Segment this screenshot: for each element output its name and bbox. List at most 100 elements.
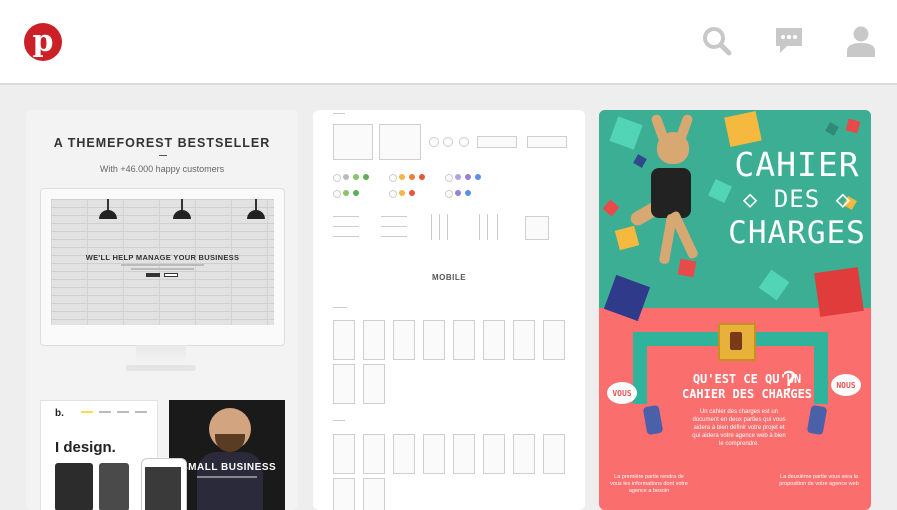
wireframe-phone [393, 434, 415, 474]
thumb-text-line [197, 476, 257, 478]
wireframe-phone [363, 434, 385, 474]
slider-track [381, 216, 407, 217]
wireframe-phone [363, 320, 385, 360]
book-icon [718, 323, 756, 361]
phone-screen [145, 467, 181, 510]
monitor-screen: WE'LL HELP MANAGE YOUR BUSINESS [51, 199, 274, 325]
monitor-stand [136, 345, 186, 367]
radio-dot [353, 190, 359, 196]
wireframe-phone [483, 434, 505, 474]
thumb-banner: SMALL BUSINESS [181, 462, 277, 473]
thumb-device [99, 463, 129, 510]
wireframe-phone [333, 320, 355, 360]
wireframe-phone [393, 320, 415, 360]
wireframe-phone [363, 364, 385, 404]
pin-subtitle: With +46.000 happy customers [99, 164, 225, 174]
top-header: p [0, 0, 897, 85]
radio-dot [445, 190, 453, 198]
slider-track-vertical [431, 214, 432, 240]
thumb-nav [135, 411, 147, 413]
screen-button [146, 273, 160, 277]
wireframe-phone [333, 478, 355, 510]
radio-dot [465, 174, 471, 180]
thumb-heading: I design. [55, 439, 116, 456]
slider-track [381, 226, 407, 227]
thumb-brand: b. [55, 408, 64, 419]
radio-dot [333, 190, 341, 198]
hand-left [642, 404, 664, 436]
radio-dot [333, 174, 341, 182]
radio-dot [389, 174, 397, 182]
wireframe-phone [513, 320, 535, 360]
wireframe-phone [363, 478, 385, 510]
cube-shape [814, 267, 864, 317]
wireframe-phone [333, 364, 355, 404]
thumb-nav [81, 411, 93, 413]
book-cover [730, 332, 742, 350]
pin-title: A THEMEFOREST BESTSELLER [53, 136, 271, 150]
radio-dot [353, 174, 359, 180]
search-icon[interactable] [701, 25, 733, 57]
divider [159, 155, 167, 156]
radio-dot [455, 174, 461, 180]
slider-track-vertical [487, 214, 488, 240]
profile-icon[interactable] [845, 25, 877, 57]
wireframe-circle [459, 137, 469, 147]
wireframe-circle [443, 137, 453, 147]
section-label-mobile: MOBILE [431, 273, 467, 282]
cube-shape [677, 258, 697, 278]
wireframe-phone [513, 434, 535, 474]
monitor-mockup: WE'LL HELP MANAGE YOUR BUSINESS [40, 188, 285, 346]
wireframe-phone [543, 434, 565, 474]
logo-letter: p [32, 24, 54, 59]
infographic-title: CAHIER ◇ DES ◇ CHARGES [727, 145, 867, 251]
screen-text-line [131, 268, 194, 270]
radio-dot [363, 174, 369, 180]
infographic-footer-left: La première partie rendra de vous les in… [610, 474, 688, 494]
thumb-device [55, 463, 93, 510]
phone-mockup [141, 458, 187, 510]
radio-dot [409, 190, 415, 196]
wireframe-box [379, 124, 421, 160]
radio-dot [475, 174, 481, 180]
monitor-base [126, 365, 196, 371]
radio-dot [343, 174, 349, 180]
thumb-nav [117, 411, 129, 413]
screen-text-line [121, 264, 204, 266]
radio-dot [343, 190, 349, 196]
wireframe-label-line [333, 420, 345, 421]
wireframe-phone [453, 320, 475, 360]
wireframe-button [527, 136, 567, 148]
radio-dot [455, 190, 461, 196]
slider-track-vertical [497, 214, 498, 240]
messages-icon[interactable] [773, 25, 805, 57]
radio-dot [399, 174, 405, 180]
wireframe-label-line [333, 307, 347, 308]
speech-bubble-nous: NOUS [831, 374, 861, 396]
infographic-description: Un cahier des charges est un document en… [692, 409, 786, 447]
slider-track [333, 236, 359, 237]
screen-headline: WE'LL HELP MANAGE YOUR BUSINESS [85, 253, 240, 262]
wireframe-box [333, 124, 373, 160]
person-beard [215, 434, 245, 452]
pinterest-logo[interactable]: p [24, 23, 62, 61]
infographic-footer-right: La deuxième partie vous sera la proposit… [779, 474, 859, 487]
radio-dot [465, 190, 471, 196]
screen-button [164, 273, 178, 277]
pin-card-wireframe-kit[interactable]: MOBILE [313, 110, 585, 510]
pin-card-cahier-des-charges[interactable]: CAHIER ◇ DES ◇ CHARGES QU'EST CE QU'UN C… [599, 110, 871, 510]
wireframe-phone [453, 434, 475, 474]
radio-dot [409, 174, 415, 180]
radio-dot [399, 190, 405, 196]
wireframe-phone [423, 434, 445, 474]
wireframe-label-line [333, 113, 345, 114]
wireframe-button [477, 136, 517, 148]
slider-track-vertical [447, 214, 448, 240]
person-shirt [197, 452, 263, 510]
slider-track [381, 236, 407, 237]
wireframe-phone [333, 434, 355, 474]
radio-dot [419, 174, 425, 180]
pin-card-themeforest[interactable]: A THEMEFOREST BESTSELLER With +46.000 ha… [26, 110, 298, 510]
title-line: CAHIER [734, 145, 860, 184]
wireframe-phone [423, 320, 445, 360]
